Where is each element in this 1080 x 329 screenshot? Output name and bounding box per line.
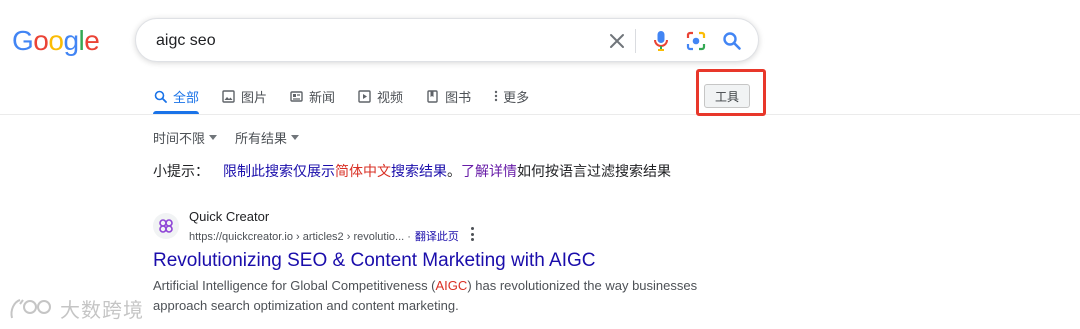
snippet-before: Artificial Intelligence for Global Compe… bbox=[153, 278, 436, 293]
result-url-text[interactable]: https://quickcreator.io › articles2 › re… bbox=[189, 231, 411, 243]
tools-button[interactable]: 工具 bbox=[704, 84, 750, 108]
clear-icon[interactable] bbox=[606, 30, 628, 52]
tab-more[interactable]: 更多 bbox=[493, 87, 529, 106]
language-restrict-link[interactable]: 限制此搜索仅展示简体中文搜索结果 bbox=[223, 163, 447, 179]
site-favicon[interactable] bbox=[153, 213, 179, 239]
microphone-icon[interactable] bbox=[650, 30, 672, 52]
logo-letter-o1: o bbox=[33, 25, 49, 56]
tab-label: 全部 bbox=[173, 89, 200, 105]
tab-news[interactable]: 新闻 bbox=[289, 87, 335, 106]
tab-label: 新闻 bbox=[309, 89, 336, 105]
image-icon bbox=[221, 89, 235, 103]
play-icon bbox=[357, 89, 371, 103]
tip-link-part1: 限制此搜索仅展示 bbox=[223, 163, 335, 179]
tip-separator: 。 bbox=[447, 163, 461, 179]
tip-link-language: 简体中文 bbox=[335, 163, 391, 179]
search-input[interactable] bbox=[154, 29, 598, 53]
search-divider bbox=[635, 29, 636, 53]
translate-page-link[interactable]: 翻译此页 bbox=[415, 231, 459, 243]
news-icon bbox=[289, 89, 303, 103]
logo-letter-g2: g bbox=[63, 25, 79, 56]
tab-label: 视频 bbox=[377, 89, 404, 105]
tabs-divider bbox=[0, 114, 1080, 115]
logo-letter-e: e bbox=[84, 25, 100, 56]
results-filter-label: 所有结果 bbox=[235, 131, 288, 146]
book-icon bbox=[425, 89, 439, 103]
tab-videos[interactable]: 视频 bbox=[357, 87, 403, 106]
result-snippet: Artificial Intelligence for Global Compe… bbox=[153, 276, 713, 316]
learn-more-link[interactable]: 了解详情 bbox=[461, 163, 517, 179]
language-tip: 小提示： 限制此搜索仅展示简体中文搜索结果。了解详情如何按语言过滤搜索结果 bbox=[153, 161, 671, 181]
logo-letter-g: G bbox=[12, 25, 34, 56]
logo-letter-o2: o bbox=[48, 25, 64, 56]
tip-link-part2: 搜索结果 bbox=[391, 163, 447, 179]
result-title-link[interactable]: Revolutionizing SEO & Content Marketing … bbox=[153, 250, 595, 272]
result-site-name[interactable]: Quick Creator bbox=[189, 209, 269, 224]
time-filter-dropdown[interactable]: 时间不限 bbox=[153, 128, 218, 147]
tip-suffix: 如何按语言过滤搜索结果 bbox=[517, 163, 671, 179]
more-vert-icon bbox=[493, 89, 499, 103]
tab-label: 更多 bbox=[503, 89, 530, 105]
tab-books[interactable]: 图书 bbox=[425, 87, 471, 106]
caret-down-icon bbox=[209, 135, 218, 140]
tab-label: 图片 bbox=[241, 89, 268, 105]
snippet-highlight: AIGC bbox=[435, 278, 468, 293]
tip-prefix: 小提示： bbox=[153, 163, 209, 179]
tab-label: 图书 bbox=[445, 89, 472, 105]
google-logo[interactable]: Google bbox=[12, 25, 100, 57]
result-more-options-icon[interactable] bbox=[467, 227, 477, 241]
tab-images[interactable]: 图片 bbox=[221, 87, 267, 106]
caret-down-icon bbox=[291, 135, 300, 140]
watermark: 大数跨境 bbox=[8, 294, 144, 323]
results-filter-dropdown[interactable]: 所有结果 bbox=[235, 128, 300, 147]
search-box bbox=[135, 18, 759, 62]
filter-bar: 时间不限 所有结果 bbox=[153, 128, 317, 147]
search-icon bbox=[153, 89, 167, 103]
watermark-text: 大数跨境 bbox=[60, 300, 144, 322]
lens-camera-icon[interactable] bbox=[685, 30, 707, 52]
result-url: https://quickcreator.io › articles2 › re… bbox=[189, 228, 459, 244]
time-filter-label: 时间不限 bbox=[153, 131, 206, 146]
tab-all[interactable]: 全部 bbox=[153, 87, 199, 106]
watermark-logo-icon bbox=[10, 298, 51, 318]
search-tabs: 全部 图片 新闻 视频 图书 更多 bbox=[153, 86, 551, 106]
search-submit-icon[interactable] bbox=[721, 30, 743, 52]
